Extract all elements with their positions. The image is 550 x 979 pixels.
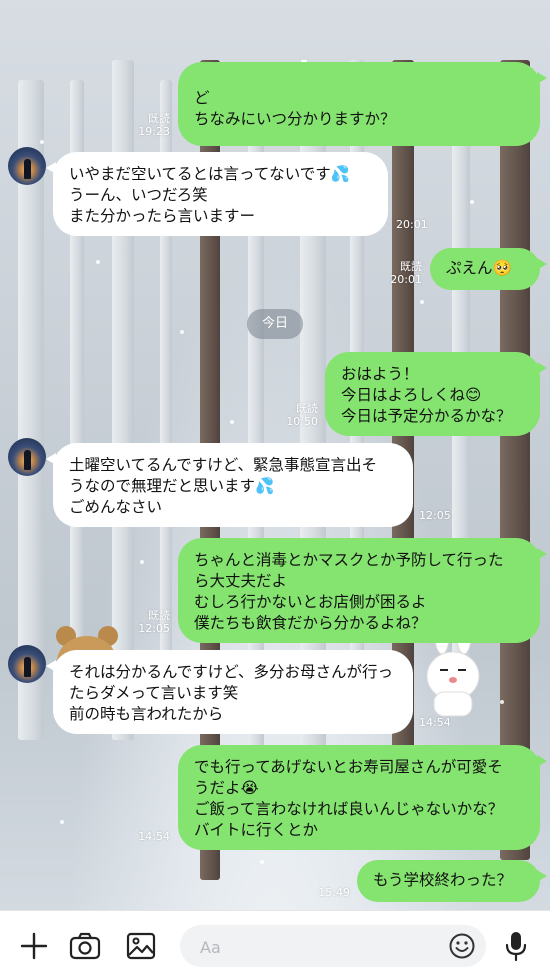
- message-text: 今日は予定分かるかな？: [341, 407, 512, 425]
- message-meta: 20:01: [396, 218, 446, 231]
- message-text: ら大丈夫だよ: [194, 572, 288, 590]
- message-text: もう学校終わった？: [373, 871, 513, 889]
- message-time: 15:49: [318, 886, 350, 899]
- image-icon[interactable]: [123, 928, 159, 964]
- message-text: ど: [194, 89, 210, 107]
- read-receipt: 既読: [296, 402, 318, 415]
- message-bubble-outgoing[interactable]: おはよう！ 今日はよろしくね😊 今日は予定分かるかな？: [325, 352, 547, 436]
- microphone-icon[interactable]: [498, 928, 534, 964]
- message-text: おはよう！: [341, 365, 419, 383]
- message-input-bar: [0, 910, 550, 979]
- avatar[interactable]: [8, 438, 46, 476]
- message-input-container[interactable]: [180, 925, 486, 967]
- message-time: 12:05: [138, 622, 170, 635]
- message-text: また分かったら言いますー: [69, 207, 256, 225]
- message-input[interactable]: [198, 933, 442, 961]
- message-text: ちゃんと消毒とかマスクとか予防して行った: [194, 551, 504, 569]
- message-text: 前の時も言われたから: [69, 705, 224, 723]
- message-time: 20:01: [396, 218, 428, 231]
- background-tree: [500, 60, 530, 860]
- message-meta: 既読 10:50: [268, 402, 318, 428]
- camera-icon[interactable]: [67, 928, 103, 964]
- message-text: 土曜空いてるんですけど、緊急事態宣言出そ: [69, 456, 377, 474]
- message-meta: 既読 20:01: [372, 260, 422, 286]
- message-text: バイトに行くとか: [194, 821, 319, 839]
- message-bubble-outgoing[interactable]: でも行ってあげないとお寿司屋さんが可愛そ うだよ😭 ご飯って言わなければ良いんじ…: [178, 745, 547, 850]
- message-bubble-incoming[interactable]: いやまだ空いてるとは言ってないです💦 うーん、いつだろ笑 また分かったら言います…: [46, 152, 388, 236]
- message-text: たらダメって言います笑: [69, 684, 239, 702]
- avatar[interactable]: [8, 147, 46, 185]
- message-meta: 既読 12:05: [120, 609, 170, 635]
- message-bubble-outgoing[interactable]: ちゃんと消毒とかマスクとか予防して行った ら大丈夫だよ むしろ行かないとお店側が…: [178, 538, 547, 643]
- message-time: 19:23: [138, 125, 170, 138]
- message-time: 20:01: [390, 273, 422, 286]
- message-bubble-incoming[interactable]: 土曜空いてるんですけど、緊急事態宣言出そ うなので無理だと思います💦 ごめんなさ…: [46, 443, 413, 527]
- emoji-icon[interactable]: [448, 932, 476, 960]
- message-meta: 12:05: [419, 509, 469, 522]
- message-text: ご飯って言わなければ良いんじゃないかな？: [194, 800, 504, 818]
- message-text: ごめんなさい: [69, 498, 163, 516]
- avatar[interactable]: [8, 645, 46, 683]
- message-meta: 既読 19:23: [120, 112, 170, 138]
- message-bubble-incoming[interactable]: それは分かるんですけど、多分お母さんが行っ たらダメって言います笑 前の時も言わ…: [46, 650, 413, 734]
- message-bubble-outgoing[interactable]: ぷえん🥺: [430, 248, 547, 290]
- message-meta: 14:54: [419, 716, 469, 729]
- message-text: うだよ😭: [194, 779, 259, 797]
- message-meta: 14:54: [120, 830, 170, 843]
- message-time: 14:54: [138, 830, 170, 843]
- message-bubble-outgoing[interactable]: ど ちなみにいつ分かりますか？: [178, 62, 547, 146]
- message-time: 12:05: [419, 509, 451, 522]
- message-text: ちなみにいつ分かりますか？: [194, 110, 396, 128]
- plus-icon[interactable]: [16, 928, 52, 964]
- message-text: それは分かるんですけど、多分お母さんが行っ: [69, 663, 393, 681]
- message-meta: 15:49: [300, 886, 350, 899]
- read-receipt: 既読: [148, 609, 170, 622]
- message-text: いやまだ空いてるとは言ってないです💦: [69, 165, 351, 183]
- read-receipt: 既読: [148, 112, 170, 125]
- read-receipt: 既読: [400, 260, 422, 273]
- message-text: でも行ってあげないとお寿司屋さんが可愛そ: [194, 758, 503, 776]
- date-separator: 今日: [247, 309, 303, 339]
- message-bubble-outgoing[interactable]: もう学校終わった？: [357, 860, 547, 902]
- message-text: ぷえん🥺: [446, 259, 512, 277]
- message-time: 14:54: [419, 716, 451, 729]
- message-text: むしろ行かないとお店側が困るよ: [194, 593, 427, 611]
- message-text: 僕たちも飲食だから分かるよね？: [194, 614, 427, 632]
- message-text: うなので無理だと思います💦: [69, 477, 275, 495]
- message-time: 10:50: [286, 415, 318, 428]
- message-text: 今日はよろしくね😊: [341, 386, 482, 404]
- message-text: うーん、いつだろ笑: [69, 186, 208, 204]
